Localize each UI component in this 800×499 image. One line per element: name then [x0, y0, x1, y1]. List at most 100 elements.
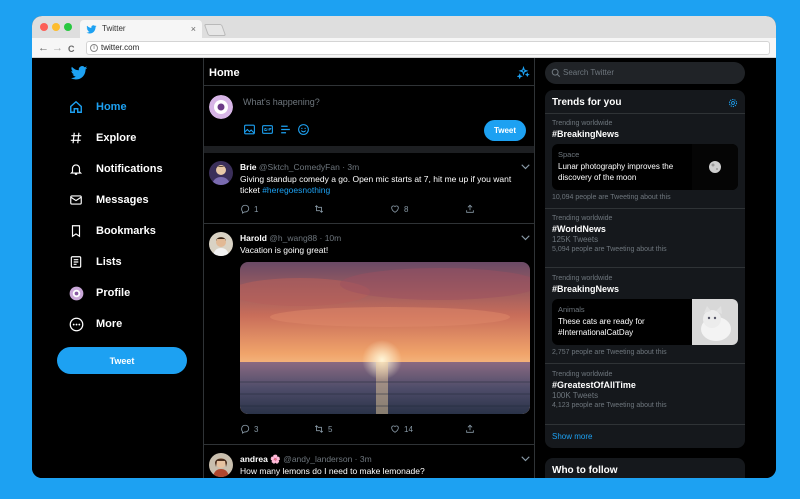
- gear-icon[interactable]: [728, 98, 738, 108]
- compose-input[interactable]: What's happening?: [243, 97, 320, 107]
- home-feed: Home What's happening? Tweet Brie @Sktch…: [203, 58, 535, 478]
- tab-close-icon[interactable]: ×: [191, 20, 196, 38]
- tweet-button[interactable]: Tweet: [57, 347, 187, 374]
- browser-tab[interactable]: Twitter ×: [80, 20, 202, 38]
- tweet-handle[interactable]: @h_wang88 · 10m: [269, 233, 341, 243]
- tweet-text: Vacation is going great!: [240, 245, 329, 255]
- tweet-handle[interactable]: @andy_landerson · 3m: [283, 454, 371, 464]
- tweet[interactable]: Harold @h_wang88 · 10m Vacation is going…: [204, 224, 534, 445]
- more-icon: [68, 316, 84, 332]
- image-icon[interactable]: [243, 123, 256, 136]
- nav-item-label: Profile: [96, 287, 131, 299]
- twitter-app: Home Explore Notifications Messages Book…: [32, 58, 776, 478]
- share-button[interactable]: [465, 423, 479, 435]
- sparkle-icon[interactable]: [517, 66, 530, 79]
- chevron-down-icon[interactable]: [521, 235, 530, 241]
- tweet-actions: 1 8: [240, 203, 480, 215]
- tweet-header: andrea 🌸 @andy_landerson · 3m: [240, 454, 372, 465]
- compose-box: What's happening? Tweet: [204, 86, 534, 146]
- tweet-handle[interactable]: @Sktch_ComedyFan · 3m: [259, 162, 359, 172]
- forward-button[interactable]: →: [52, 41, 63, 55]
- minimize-window-button[interactable]: [52, 23, 60, 31]
- trend-count-text: 5,094 people are Tweeting about this: [552, 246, 667, 253]
- tweet[interactable]: andrea 🌸 @andy_landerson · 3m How many l…: [204, 445, 534, 478]
- nav-item-messages[interactable]: Messages: [68, 188, 149, 212]
- trend-count-text: 10,094 people are Tweeting about this: [552, 194, 671, 201]
- share-icon: [466, 204, 474, 213]
- retweet-button[interactable]: 5: [314, 423, 332, 435]
- new-tab-button[interactable]: [203, 24, 227, 36]
- search-icon: [551, 68, 561, 78]
- tweet-text: Giving standup comedy a go. Open mic sta…: [240, 174, 524, 196]
- trend-news-card[interactable]: Space Lunar photography improves the dis…: [552, 144, 738, 190]
- like-count: 8: [404, 204, 409, 214]
- envelope-icon: [68, 192, 84, 208]
- trend-count: 10,094 people are Tweeting about this: [552, 193, 740, 203]
- trend-title: #WorldNews: [552, 224, 606, 234]
- trend-count-text: 4,123 people are Tweeting about this: [552, 402, 667, 409]
- tweet-header: Harold @h_wang88 · 10m: [240, 233, 341, 243]
- retweet-button[interactable]: [314, 203, 328, 215]
- chevron-down-icon[interactable]: [521, 456, 530, 462]
- tweet-header: Brie @Sktch_ComedyFan · 3m: [240, 162, 359, 172]
- avatar[interactable]: [209, 232, 233, 256]
- nav-item-more[interactable]: More: [68, 312, 122, 336]
- poll-icon[interactable]: [279, 123, 292, 136]
- tweet-author-name[interactable]: Harold: [240, 233, 267, 243]
- trend-item[interactable]: Trending worldwide #WorldNews 125K Tweet…: [552, 214, 740, 255]
- avatar[interactable]: [209, 95, 233, 119]
- like-button[interactable]: 8: [390, 203, 408, 215]
- trend-count: 2,757 people are Tweeting about this: [552, 348, 740, 358]
- trend-item[interactable]: Trending worldwide #GreatestOfAllTime 10…: [552, 370, 740, 411]
- twitter-logo-icon[interactable]: [68, 64, 90, 82]
- nav-item-bookmarks[interactable]: Bookmarks: [68, 219, 156, 243]
- tab-title: Twitter: [102, 24, 126, 33]
- trend-tweet-count: 100K Tweets: [552, 391, 599, 400]
- reply-button[interactable]: 1: [240, 203, 258, 215]
- heart-icon: [391, 425, 399, 433]
- show-more-link[interactable]: Show more: [552, 432, 592, 441]
- trend-count-text: 2,757 people are Tweeting about this: [552, 349, 667, 356]
- trend-item[interactable]: Trending worldwide #BreakingNews: [552, 274, 740, 295]
- trend-tweet-count: 125K Tweets: [552, 235, 599, 244]
- tweet-hashtag[interactable]: #heregoesnothing: [262, 185, 330, 195]
- close-window-button[interactable]: [40, 23, 48, 31]
- who-to-follow-title: Who to follow: [552, 465, 618, 476]
- tweet-author-name[interactable]: Brie: [240, 162, 257, 172]
- trend-item[interactable]: Trending worldwide #BreakingNews: [552, 119, 740, 140]
- site-info-icon[interactable]: i: [90, 44, 98, 52]
- maximize-window-button[interactable]: [64, 23, 72, 31]
- retweet-icon: [314, 425, 324, 433]
- cat-image: [692, 299, 738, 345]
- trends-panel: Trends for you Trending worldwide #Break…: [545, 90, 745, 448]
- tweet[interactable]: Brie @Sktch_ComedyFan · 3m Giving standu…: [204, 153, 534, 224]
- back-button[interactable]: ←: [38, 41, 49, 55]
- url-field[interactable]: i twitter.com: [86, 41, 770, 55]
- avatar[interactable]: [209, 453, 233, 477]
- compose-tweet-button[interactable]: Tweet: [484, 120, 526, 141]
- trend-context: Trending worldwide: [552, 120, 613, 127]
- trend-title: #GreatestOfAllTime: [552, 380, 636, 390]
- tweet-actions: 3 5 14: [240, 423, 480, 435]
- divider: [545, 267, 745, 268]
- search-input[interactable]: Search Twitter: [545, 62, 745, 84]
- nav-item-notifications[interactable]: Notifications: [68, 157, 163, 181]
- address-bar: ← → C i twitter.com: [32, 38, 776, 58]
- card-text: Lunar photography improves the discovery…: [558, 162, 674, 182]
- like-button[interactable]: 14: [390, 423, 413, 435]
- nav-item-home[interactable]: Home: [68, 95, 127, 119]
- share-button[interactable]: [465, 203, 479, 215]
- chevron-down-icon[interactable]: [521, 164, 530, 170]
- trend-news-card[interactable]: Animals These cats are ready for #Intern…: [552, 299, 738, 345]
- list-icon: [68, 254, 84, 270]
- emoji-icon[interactable]: [297, 123, 310, 136]
- nav-item-lists[interactable]: Lists: [68, 250, 122, 274]
- avatar[interactable]: [209, 161, 233, 185]
- reload-button[interactable]: C: [68, 42, 75, 56]
- tweet-author-name[interactable]: andrea 🌸: [240, 454, 281, 464]
- gif-icon[interactable]: [261, 123, 274, 136]
- nav-item-explore[interactable]: Explore: [68, 126, 136, 150]
- tweet-photo[interactable]: [240, 262, 530, 414]
- reply-button[interactable]: 3: [240, 423, 258, 435]
- nav-item-profile[interactable]: Profile: [68, 281, 130, 305]
